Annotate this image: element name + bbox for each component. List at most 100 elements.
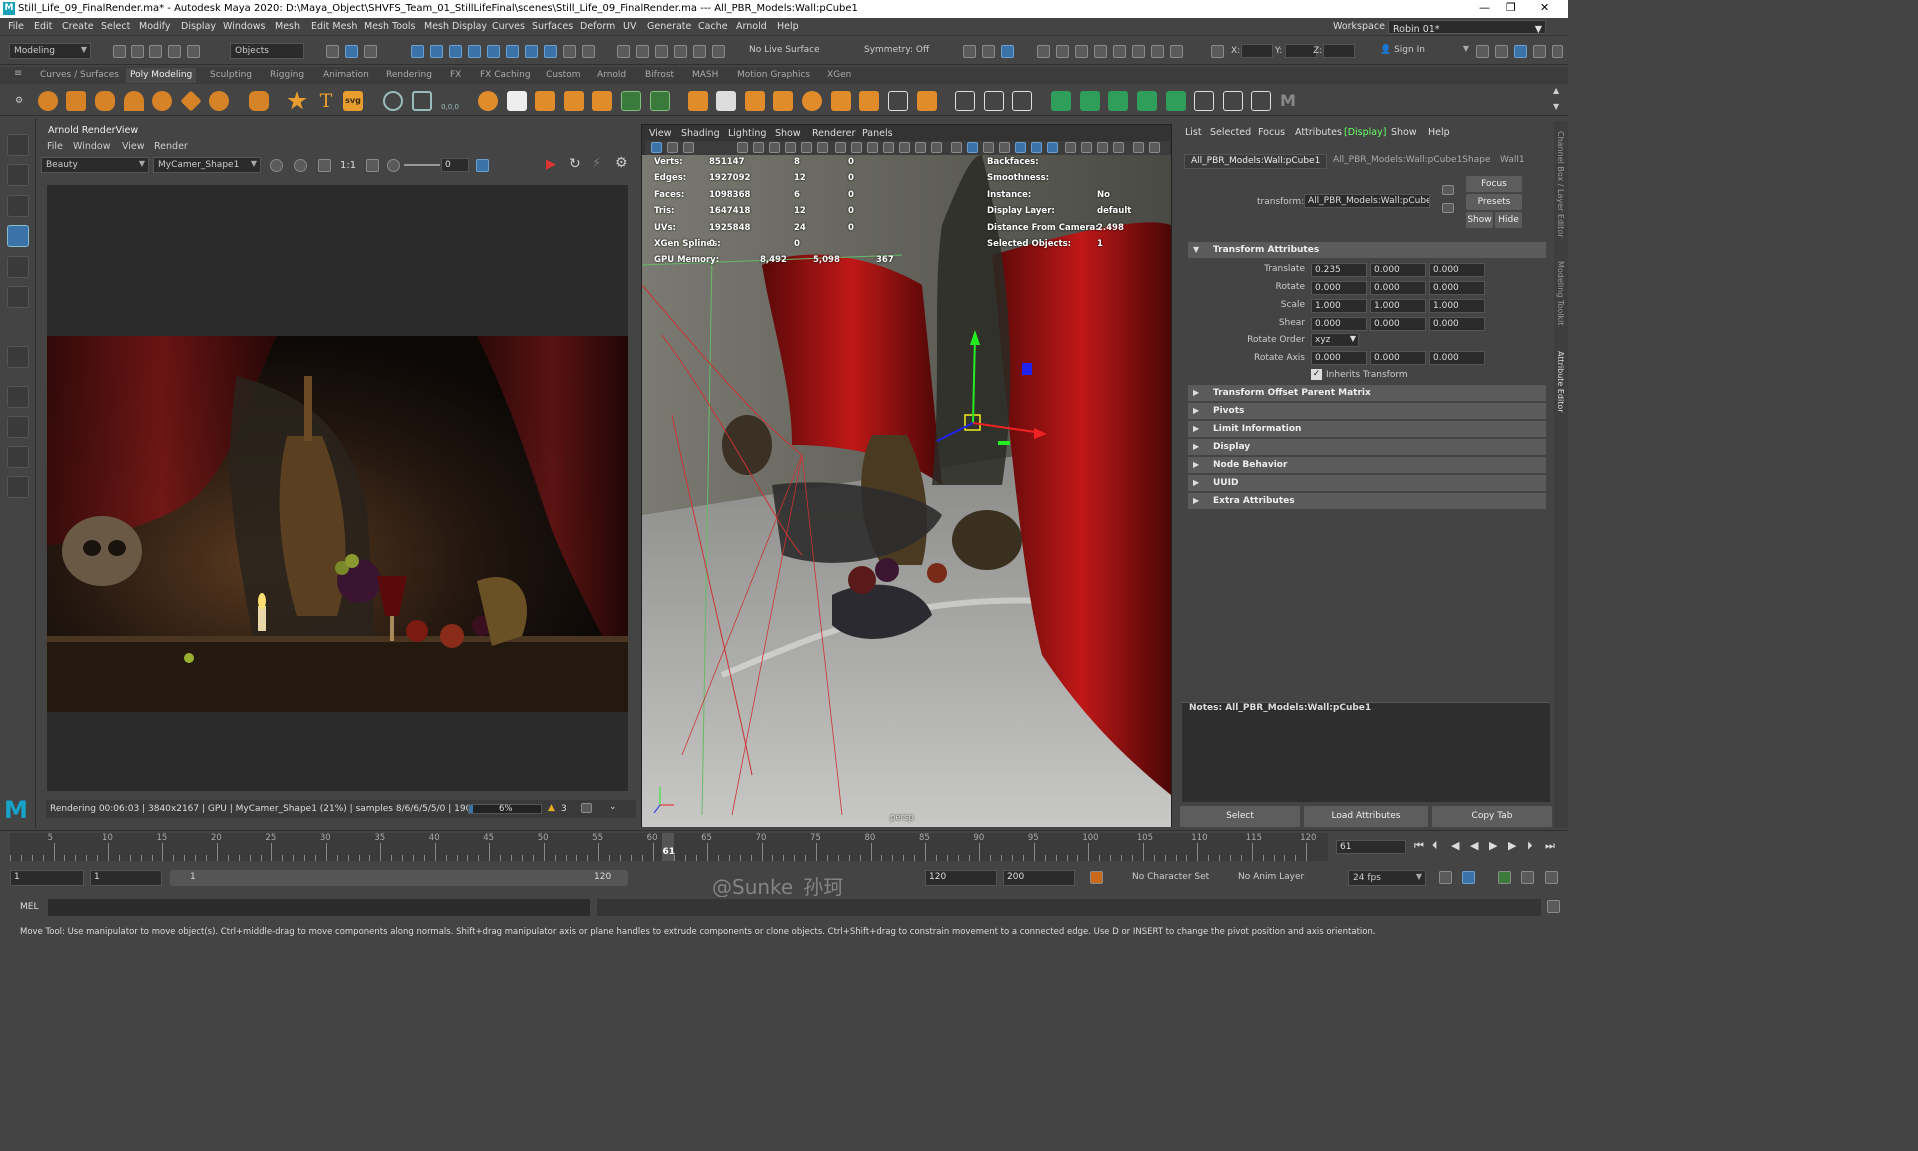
outliner-icon[interactable]: [7, 476, 29, 498]
frame-display[interactable]: ▶ Display: [1188, 439, 1546, 455]
rotate-z-field[interactable]: 0.000: [1429, 281, 1485, 295]
zoom-ratio[interactable]: 1:1: [340, 160, 356, 171]
poke-icon[interactable]: [917, 91, 937, 111]
snap-to-view-plane-icon[interactable]: [693, 45, 706, 58]
select-handle-icon[interactable]: [411, 45, 424, 58]
rgb-channels-icon[interactable]: [294, 159, 307, 172]
combine-icon[interactable]: [412, 91, 432, 111]
side-tab-channel-box[interactable]: Channel Box / Layer Editor: [1556, 131, 1565, 238]
shear-x-field[interactable]: 0.000: [1311, 317, 1367, 331]
planar-uv-icon[interactable]: [1051, 91, 1071, 111]
field-chart-icon[interactable]: [899, 142, 910, 153]
playback-end-field[interactable]: 120: [925, 870, 997, 886]
ae-tab-pcube1shape[interactable]: All_PBR_Models:Wall:pCube1Shape: [1327, 154, 1497, 169]
output-connections-icon[interactable]: [982, 45, 995, 58]
modeling-toolkit-icon[interactable]: [1476, 45, 1489, 58]
frame-limit-information[interactable]: ▶ Limit Information: [1188, 421, 1546, 437]
menu-curves[interactable]: Curves: [492, 21, 525, 32]
settings-gear-icon[interactable]: ⚙: [615, 155, 628, 171]
shelf-tab-fx[interactable]: FX: [450, 70, 461, 80]
poly-plane-icon[interactable]: [180, 90, 202, 112]
uv-editor-icon[interactable]: [1194, 91, 1214, 111]
rotate-y-field[interactable]: 0.000: [1370, 281, 1426, 295]
menu-cache[interactable]: Cache: [698, 21, 728, 32]
menu-file[interactable]: File: [8, 21, 24, 32]
select-tool-icon[interactable]: [7, 134, 29, 156]
transform-mode-icon[interactable]: [1211, 45, 1224, 58]
vp-menu-lighting[interactable]: Lighting: [728, 128, 766, 139]
playback-start-field[interactable]: 1: [90, 870, 162, 886]
select-misc-icon[interactable]: [544, 45, 557, 58]
menu-mesh-display[interactable]: Mesh Display: [424, 21, 487, 32]
shadows-icon[interactable]: [1047, 142, 1058, 153]
shelf-tab-fx-caching[interactable]: FX Caching: [480, 70, 531, 80]
viewport-scene[interactable]: [642, 155, 1171, 827]
rv-menu-window[interactable]: Window: [73, 141, 110, 152]
gate-mask-icon[interactable]: [883, 142, 894, 153]
ae-menu-list[interactable]: List: [1185, 127, 1202, 138]
shelf-tab-rigging[interactable]: Rigging: [270, 70, 304, 80]
menu-modify[interactable]: Modify: [139, 21, 170, 32]
multi-cut-icon[interactable]: [716, 91, 736, 111]
exposure-field[interactable]: 0: [441, 158, 469, 172]
character-controls-icon[interactable]: [1495, 45, 1508, 58]
light-editor-icon[interactable]: [1151, 45, 1164, 58]
select-by-hierarchy-icon[interactable]: [326, 45, 339, 58]
multisample-aa-icon[interactable]: [1097, 142, 1108, 153]
spherical-uv-icon[interactable]: [1108, 91, 1128, 111]
mirror-icon[interactable]: [507, 91, 527, 111]
rv-menu-render[interactable]: Render: [154, 141, 188, 152]
select-curve-icon[interactable]: [449, 45, 462, 58]
menu-display[interactable]: Display: [181, 21, 216, 32]
shelf-options-icon[interactable]: ⚙: [15, 96, 23, 106]
color-picker-icon[interactable]: [318, 159, 331, 172]
shelf-tab-mash[interactable]: MASH: [692, 70, 718, 80]
scale-z-field[interactable]: 1.000: [1429, 299, 1485, 313]
sign-in-dropdown[interactable]: 👤 Sign In ▼: [1376, 43, 1472, 59]
rotate-x-field[interactable]: 0.000: [1311, 281, 1367, 295]
step-back-frame-icon[interactable]: ◀: [1451, 839, 1459, 852]
film-gate-icon[interactable]: [851, 142, 862, 153]
vp-menu-renderer[interactable]: Renderer: [812, 128, 855, 139]
live-surface-field[interactable]: No Live Surface: [745, 43, 841, 59]
shelf-tab-sculpting[interactable]: Sculpting: [210, 70, 252, 80]
transform-attributes-frame[interactable]: ▼ Transform Attributes: [1188, 242, 1546, 258]
current-frame-field[interactable]: 61: [1336, 840, 1406, 854]
show-button[interactable]: Show: [1466, 212, 1493, 228]
attribute-editor-icon[interactable]: [1514, 45, 1527, 58]
focus-button[interactable]: Focus: [1466, 176, 1522, 192]
symmetry-dropdown[interactable]: Symmetry: Off: [860, 43, 938, 59]
redo-icon[interactable]: [187, 45, 200, 58]
step-forward-key-icon[interactable]: ⏵: [1527, 839, 1533, 853]
animation-start-field[interactable]: 1: [10, 870, 84, 886]
menu-select[interactable]: Select: [101, 21, 130, 32]
transform-name-field[interactable]: All_PBR_Models:Wall:pCube1: [1304, 194, 1430, 208]
menu-surfaces[interactable]: Surfaces: [532, 21, 573, 32]
bevel-icon[interactable]: [621, 91, 641, 111]
depth-of-field-icon[interactable]: [1113, 142, 1124, 153]
range-bar[interactable]: 1 120: [170, 870, 628, 886]
select-dynamics-icon[interactable]: [506, 45, 519, 58]
wireframe-icon[interactable]: [951, 142, 962, 153]
menu-arnold[interactable]: Arnold: [736, 21, 767, 32]
smooth-icon[interactable]: [478, 91, 498, 111]
anim-layer-dropdown[interactable]: No Anim Layer: [1234, 870, 1332, 886]
poly-cylinder-icon[interactable]: [95, 91, 115, 111]
render-setup-icon[interactable]: [1132, 45, 1145, 58]
auto-key-icon[interactable]: [1090, 871, 1103, 884]
shelf-scroll-down-icon[interactable]: ▼: [1553, 102, 1559, 111]
crease-tool-icon[interactable]: [1012, 91, 1032, 111]
select-deformation-icon[interactable]: [487, 45, 500, 58]
menu-mesh-tools[interactable]: Mesh Tools: [364, 21, 415, 32]
minimize-button[interactable]: —: [1479, 1, 1490, 14]
insert-edge-loop-icon[interactable]: [745, 91, 765, 111]
shelf-tab-arnold[interactable]: Arnold: [597, 70, 626, 80]
aov-dropdown[interactable]: Beauty ▼: [41, 157, 149, 173]
resolution-gate-icon[interactable]: [867, 142, 878, 153]
merge-icon[interactable]: [859, 91, 879, 111]
menu-create[interactable]: Create: [62, 21, 94, 32]
x-field[interactable]: [1241, 44, 1273, 58]
maya-home-logo-icon[interactable]: M: [4, 798, 32, 822]
loop-icon[interactable]: [1439, 871, 1452, 884]
image-plane-icon[interactable]: [737, 142, 748, 153]
